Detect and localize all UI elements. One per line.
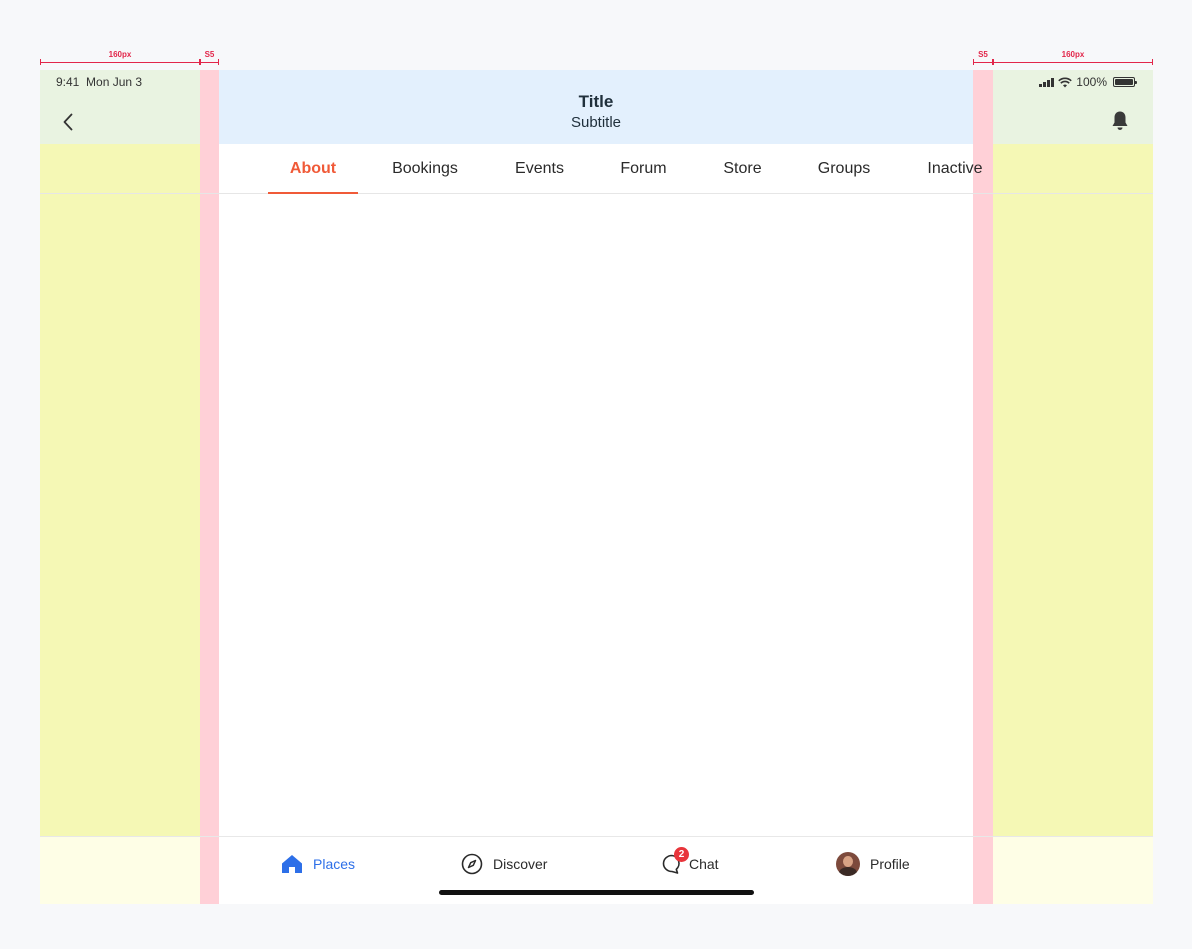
device-frame: 9:41 Mon Jun 3 100% Title Subtitle About — [40, 70, 1153, 904]
tab-forum[interactable]: Forum — [587, 144, 700, 194]
tab-label: Groups — [817, 160, 871, 177]
bell-icon — [1112, 111, 1128, 130]
measure-label: 160px — [108, 50, 132, 59]
tab-label: Bookings — [392, 160, 458, 177]
bottom-bar-divider — [40, 836, 1153, 837]
wifi-icon — [1058, 77, 1073, 87]
tab-bar: About Bookings Events Forum Store Groups… — [268, 144, 1007, 194]
nav-chat[interactable]: 2 Chat — [661, 847, 719, 878]
battery-icon — [1113, 77, 1137, 87]
tab-groups[interactable]: Groups — [785, 144, 903, 194]
tab-label: Events — [515, 160, 564, 177]
nav-label: Discover — [493, 856, 548, 872]
status-date: Mon Jun 3 — [86, 75, 143, 89]
measure-right-margin: S5 — [973, 50, 993, 65]
guide-left-footer — [40, 837, 200, 904]
measure-left-margin: S5 — [200, 50, 219, 65]
chat-icon: 2 — [661, 847, 689, 875]
measure-left-column: 160px — [40, 50, 200, 65]
tab-store[interactable]: Store — [700, 144, 785, 194]
guide-left-margin — [200, 70, 219, 904]
page-subtitle: Subtitle — [570, 114, 622, 131]
nav-label: Chat — [689, 856, 719, 872]
page-title: Title — [578, 92, 614, 111]
tab-label: Inactive — [927, 160, 983, 177]
notifications-button[interactable] — [1110, 110, 1130, 132]
measure-label: S5 — [978, 50, 988, 59]
avatar — [836, 852, 860, 876]
status-indicators: 100% — [1039, 75, 1137, 89]
cellular-signal-icon — [1039, 77, 1055, 87]
status-time: 9:41 Mon Jun 3 — [56, 75, 142, 89]
measure-label: 160px — [1061, 50, 1085, 59]
chat-badge: 2 — [674, 847, 689, 862]
tab-about[interactable]: About — [268, 144, 358, 194]
measure-label: S5 — [204, 50, 215, 59]
tab-label: About — [289, 160, 337, 177]
tab-label: Forum — [620, 160, 667, 177]
nav-label: Profile — [870, 856, 910, 872]
tab-bookings[interactable]: Bookings — [358, 144, 492, 194]
guide-right-column — [993, 144, 1153, 837]
battery-percent: 100% — [1076, 75, 1107, 89]
tab-label: Store — [723, 160, 762, 177]
nav-label: Places — [313, 856, 356, 872]
tab-inactive[interactable]: Inactive — [903, 144, 1007, 194]
measure-right-column: 160px — [993, 50, 1153, 65]
back-button[interactable] — [58, 110, 78, 134]
tab-events[interactable]: Events — [492, 144, 587, 194]
nav-places[interactable]: Places — [281, 850, 355, 878]
home-icon — [281, 853, 303, 875]
guide-left-column — [40, 144, 200, 837]
chevron-left-icon — [63, 113, 73, 131]
guide-right-margin — [973, 70, 993, 904]
header-title-block: Title Subtitle — [219, 91, 973, 133]
status-clock: 9:41 — [56, 75, 80, 89]
nav-discover[interactable]: Discover — [461, 850, 547, 878]
guide-right-footer — [993, 837, 1153, 904]
home-indicator[interactable] — [439, 890, 754, 895]
nav-profile[interactable]: Profile — [836, 850, 910, 878]
compass-icon — [461, 853, 483, 875]
